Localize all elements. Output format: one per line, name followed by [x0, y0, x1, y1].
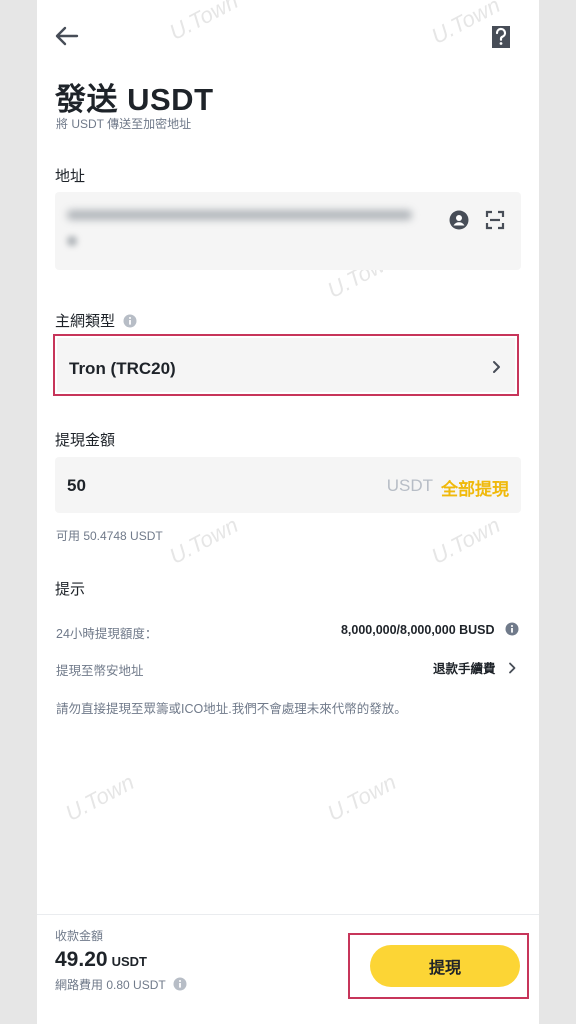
- address-label: 地址: [55, 168, 86, 185]
- amount-unit: USDT: [386, 476, 433, 495]
- limit-value: 8,000,000/8,000,000 BUSD: [340, 623, 495, 637]
- network-fee: 網路費用 0.80 USDT: [55, 976, 187, 993]
- chevron-right-icon: [508, 661, 517, 679]
- refund-fee-link[interactable]: 退款手續費: [433, 658, 517, 679]
- info-icon[interactable]: [173, 977, 187, 991]
- watermark: U.Town: [323, 769, 401, 826]
- amount-input[interactable]: [67, 475, 247, 497]
- binance-address-label: 提現至幣安地址: [56, 664, 144, 678]
- withdraw-button-highlight: 提現: [348, 933, 529, 999]
- info-icon[interactable]: [505, 622, 519, 636]
- withdraw-all-button[interactable]: 全部提現: [441, 475, 509, 500]
- network-fee-text: 網路費用 0.80 USDT: [55, 978, 166, 992]
- network-value: Tron (TRC20): [69, 359, 176, 378]
- watermark: U.Town: [427, 512, 505, 569]
- info-icon[interactable]: [123, 314, 137, 328]
- amount-label: 提現金額: [55, 432, 116, 449]
- footer-divider: [37, 914, 539, 915]
- receive-amount: 49.20 USDT: [55, 948, 147, 972]
- chevron-right-icon: [491, 360, 503, 374]
- withdraw-screen: U.Town U.Town U.Town U.Town U.Town U.Tow…: [37, 0, 539, 1024]
- withdraw-button[interactable]: 提現: [370, 945, 520, 987]
- receive-amount-value: 49.20: [55, 948, 108, 971]
- ico-warning: 請勿直接提現至眾籌或ICO地址.我們不會處理未來代幣的發放。: [56, 702, 407, 716]
- network-label-text: 主網類型: [55, 313, 116, 330]
- address-value-blurred: [67, 210, 412, 220]
- page-subtitle: 將 USDT 傳送至加密地址: [56, 117, 192, 131]
- address-value-blurred: [67, 236, 77, 246]
- watermark: U.Town: [165, 512, 243, 569]
- page-title: 發送 USDT: [55, 82, 214, 117]
- watermark: U.Town: [61, 769, 139, 826]
- network-select[interactable]: Tron (TRC20): [53, 334, 519, 396]
- amount-field[interactable]: USDT 全部提現: [55, 457, 521, 513]
- limit-row: 8,000,000/8,000,000 BUSD: [341, 621, 519, 639]
- back-arrow-icon[interactable]: [53, 24, 81, 48]
- address-book-icon[interactable]: [449, 210, 469, 230]
- scan-qr-icon[interactable]: [485, 210, 505, 230]
- network-label: 主網類型: [55, 310, 137, 331]
- limit-label: 24小時提現額度：: [56, 627, 158, 641]
- tips-title: 提示: [55, 581, 86, 598]
- help-icon[interactable]: [489, 24, 513, 50]
- receive-amount-label: 收款金額: [55, 929, 104, 943]
- available-balance: 可用 50.4748 USDT: [56, 529, 163, 543]
- receive-amount-unit: USDT: [111, 954, 147, 969]
- refund-fee-label: 退款手續費: [433, 662, 496, 676]
- watermark: U.Town: [165, 0, 243, 45]
- address-field[interactable]: [55, 192, 521, 270]
